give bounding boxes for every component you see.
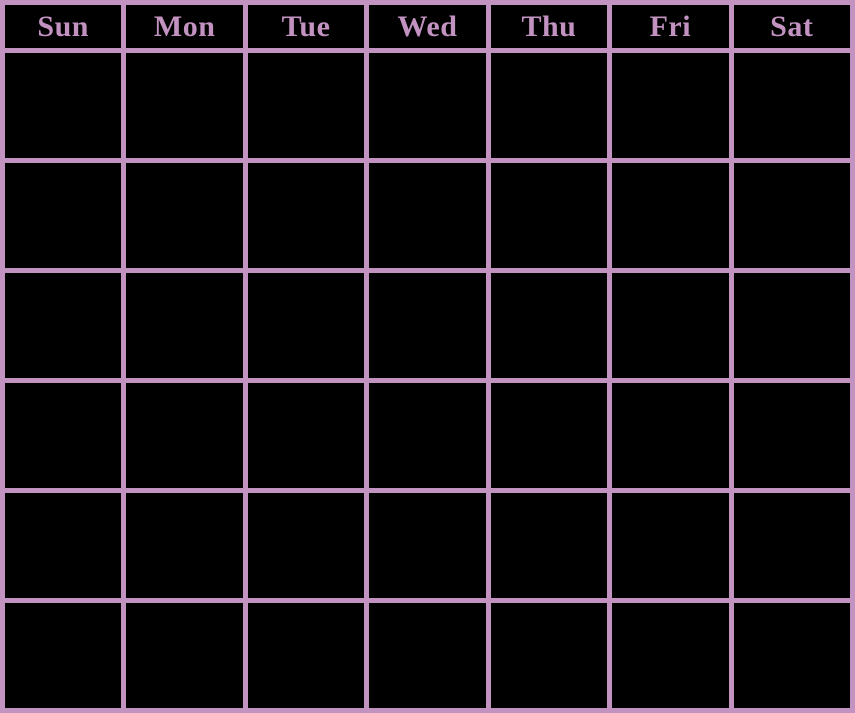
calendar-day-cell[interactable]	[247, 273, 370, 378]
calendar-week-row	[5, 493, 850, 603]
calendar-header-label: Thu	[521, 9, 577, 43]
calendar-day-cell[interactable]	[612, 53, 734, 158]
calendar-day-cell[interactable]	[247, 163, 370, 268]
calendar-day-cell[interactable]	[5, 493, 127, 598]
calendar-day-cell[interactable]	[369, 273, 491, 378]
calendar-day-cell[interactable]	[490, 383, 613, 488]
monthly-calendar-grid: Sun Mon Tue Wed Thu Fri Sat	[0, 0, 855, 713]
calendar-day-cell[interactable]	[733, 383, 850, 488]
calendar-day-cell[interactable]	[126, 163, 248, 268]
calendar-day-cell[interactable]	[612, 603, 734, 708]
calendar-day-cell[interactable]	[5, 383, 127, 488]
calendar-day-cell[interactable]	[126, 493, 248, 598]
calendar-day-cell[interactable]	[369, 493, 491, 598]
calendar-day-cell[interactable]	[490, 273, 613, 378]
calendar-header-label: Mon	[153, 9, 216, 43]
calendar-day-cell[interactable]	[126, 603, 248, 708]
calendar-header-thu: Thu	[490, 5, 613, 48]
calendar-day-cell[interactable]	[247, 53, 370, 158]
calendar-header-label: Sun	[37, 9, 89, 43]
calendar-day-cell[interactable]	[369, 603, 491, 708]
calendar-day-cell[interactable]	[733, 163, 850, 268]
calendar-week-row	[5, 383, 850, 493]
calendar-day-cell[interactable]	[126, 53, 248, 158]
calendar-day-cell[interactable]	[733, 493, 850, 598]
calendar-day-cell[interactable]	[369, 163, 491, 268]
calendar-header-wed: Wed	[369, 5, 491, 48]
calendar-day-cell[interactable]	[490, 493, 613, 598]
calendar-day-cell[interactable]	[247, 383, 370, 488]
calendar-header-label: Sat	[770, 9, 814, 43]
calendar-header-row: Sun Mon Tue Wed Thu Fri Sat	[5, 5, 850, 48]
calendar-day-cell[interactable]	[5, 603, 127, 708]
calendar-day-cell[interactable]	[126, 383, 248, 488]
calendar-day-cell[interactable]	[490, 53, 613, 158]
calendar-day-cell[interactable]	[733, 53, 850, 158]
calendar-day-cell[interactable]	[733, 603, 850, 708]
calendar-day-cell[interactable]	[369, 383, 491, 488]
calendar-day-cell[interactable]	[247, 603, 370, 708]
calendar-week-row	[5, 603, 850, 708]
calendar-day-cell[interactable]	[5, 53, 127, 158]
calendar-header-tue: Tue	[247, 5, 370, 48]
calendar-header-label: Wed	[397, 9, 458, 43]
calendar-day-cell[interactable]	[612, 163, 734, 268]
calendar-week-row	[5, 163, 850, 273]
calendar-day-cell[interactable]	[612, 273, 734, 378]
calendar-day-cell[interactable]	[490, 163, 613, 268]
calendar-day-cell[interactable]	[126, 273, 248, 378]
calendar-header-sat: Sat	[733, 5, 850, 48]
calendar-day-cell[interactable]	[5, 273, 127, 378]
calendar-day-cell[interactable]	[612, 383, 734, 488]
calendar-day-cell[interactable]	[490, 603, 613, 708]
calendar-day-cell[interactable]	[5, 163, 127, 268]
calendar-header-sun: Sun	[5, 5, 127, 48]
calendar-day-cell[interactable]	[247, 493, 370, 598]
calendar-day-cell[interactable]	[733, 273, 850, 378]
calendar-header-label: Fri	[649, 9, 692, 43]
calendar-week-row	[5, 53, 850, 163]
calendar-day-cell[interactable]	[369, 53, 491, 158]
calendar-header-mon: Mon	[126, 5, 248, 48]
calendar-week-row	[5, 273, 850, 383]
calendar-header-fri: Fri	[612, 5, 734, 48]
calendar-body-grid	[5, 48, 850, 708]
calendar-day-cell[interactable]	[612, 493, 734, 598]
calendar-header-label: Tue	[281, 9, 331, 43]
